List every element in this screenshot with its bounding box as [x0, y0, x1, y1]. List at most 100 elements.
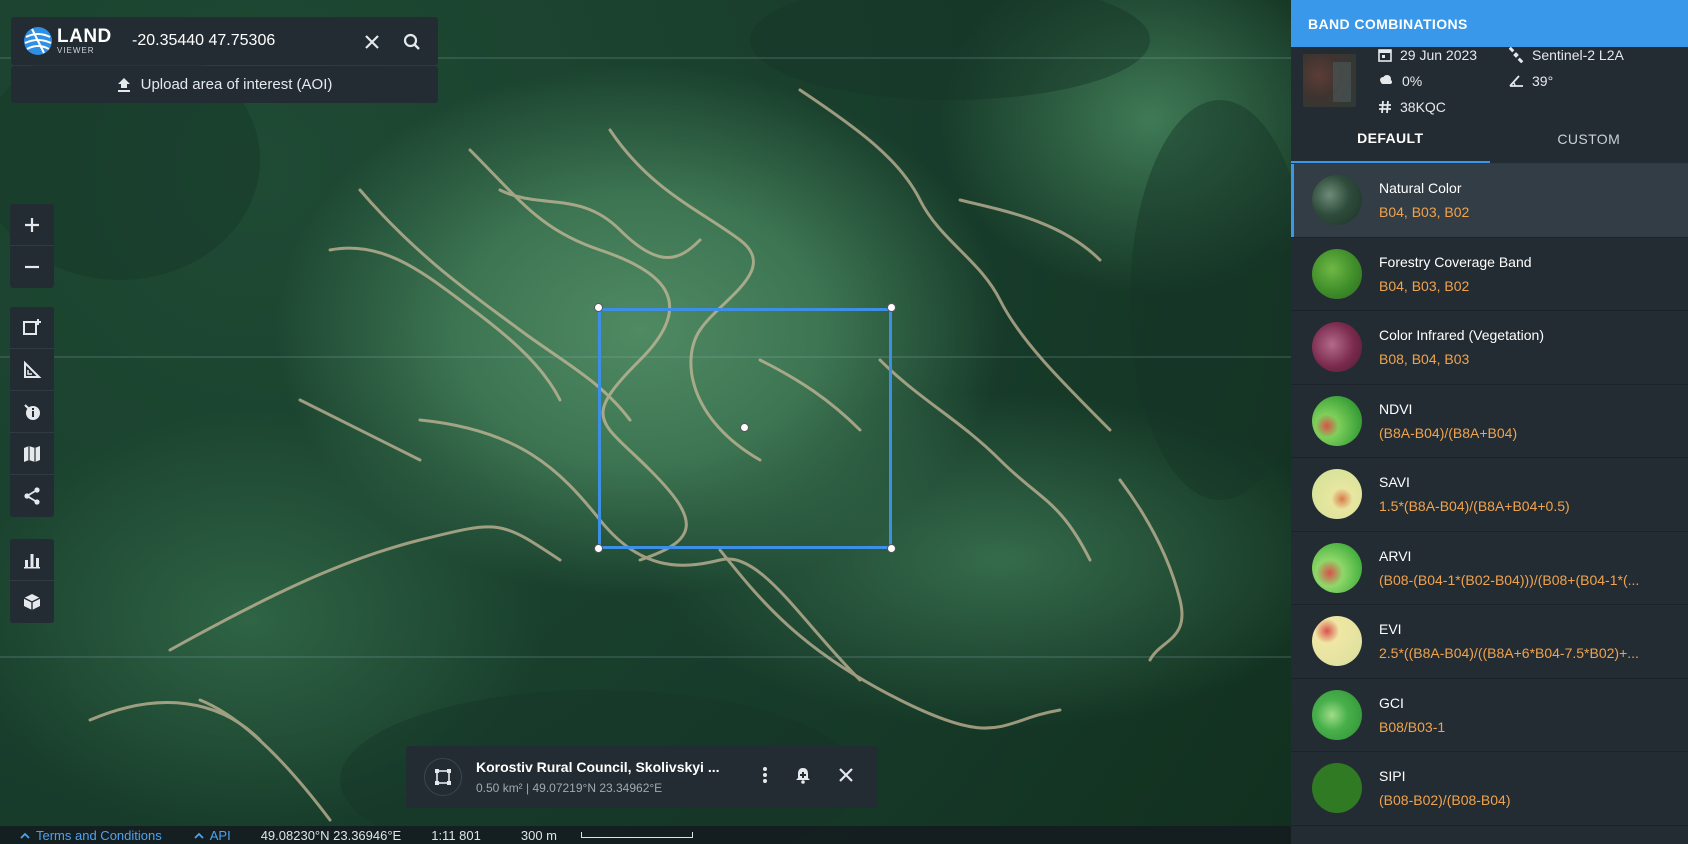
draw-aoi-button[interactable] [10, 307, 54, 349]
band-item-forestry[interactable]: Forestry Coverage Band B04, B03, B02 [1291, 238, 1688, 311]
aoi-corner-handle[interactable] [887, 544, 896, 553]
band-formula: (B8A-B04)/(B8A+B04) [1379, 424, 1518, 441]
aoi-center-handle[interactable] [740, 423, 749, 432]
band-item-arvi[interactable]: ARVI (B08-(B04-1*(B02-B04)))/(B08+(B04-1… [1291, 532, 1688, 605]
band-item-ndvi[interactable]: NDVI (B8A-B04)/(B8A+B04) [1291, 385, 1688, 458]
band-formula: (B08-B02)/(B08-B04) [1379, 792, 1511, 809]
3d-view-button[interactable] [10, 581, 54, 623]
band-item-natural-color[interactable]: Natural Color B04, B03, B02 [1291, 164, 1688, 238]
scene-thumbnail[interactable] [1303, 54, 1356, 107]
scene-info: 29 Jun 2023 Sentinel-2 L2A 0% 39° 38KQC [1291, 46, 1688, 115]
api-label: API [209, 827, 231, 843]
search-icon [403, 33, 420, 50]
cursor-coordinates: 49.08230°N 23.36946°E [260, 827, 402, 843]
analytics-button[interactable] [10, 539, 54, 581]
minus-icon [25, 265, 39, 269]
cloud-icon [1380, 74, 1392, 84]
bell-icon[interactable] [794, 766, 812, 784]
aoi-corner-handle[interactable] [594, 544, 603, 553]
band-name: Forestry Coverage Band [1379, 253, 1532, 270]
tab-default[interactable]: DEFAULT [1291, 114, 1490, 163]
arvi-thumbnail [1312, 542, 1362, 593]
natural-color-thumbnail [1312, 175, 1362, 226]
band-name: Color Infrared (Vegetation) [1379, 327, 1544, 344]
share-button[interactable] [10, 475, 54, 517]
band-formula: (B08-(B04-1*(B02-B04)))/(B08+(B04-1*(... [1379, 571, 1640, 588]
band-item-sipi[interactable]: SIPI (B08-B02)/(B08-B04) [1291, 752, 1688, 826]
band-name: SIPI [1379, 768, 1406, 785]
calendar-icon [1378, 48, 1392, 62]
evi-thumbnail [1312, 616, 1362, 667]
band-name: GCI [1379, 694, 1404, 711]
band-name: NDVI [1379, 400, 1413, 417]
aoi-info-card: Korostiv Rural Council, Skolivskyi ... 0… [406, 746, 878, 808]
map-icon [24, 445, 40, 462]
search-box: LAND VIEWER [11, 17, 438, 65]
logo-subtitle: VIEWER [57, 46, 95, 55]
angle-icon [1509, 74, 1523, 87]
share-icon [24, 487, 40, 505]
sipi-thumbnail [1312, 763, 1362, 814]
close-icon[interactable] [838, 767, 854, 783]
map-tools [10, 307, 54, 517]
band-formula: B08, B04, B03 [1379, 351, 1470, 368]
scene-tile: 38KQC [1400, 98, 1446, 115]
scene-sun-angle: 39° [1532, 72, 1554, 89]
bar-chart-icon [24, 553, 40, 568]
globe-icon [24, 27, 52, 55]
plus-icon [25, 217, 39, 232]
band-item-gci[interactable]: GCI B08/B03-1 [1291, 679, 1688, 752]
band-name: ARVI [1379, 547, 1412, 564]
terms-label: Terms and Conditions [36, 827, 162, 843]
scale-ratio: 1:11 801 [431, 827, 481, 843]
search-button[interactable] [401, 31, 423, 53]
satellite-map[interactable]: LAND VIEWER Upload area of interest (AOI… [0, 0, 1291, 844]
aoi-corner-handle[interactable] [887, 303, 896, 312]
upload-aoi-label: Upload area of interest (AOI) [140, 76, 333, 93]
cube-icon [23, 594, 41, 610]
identify-button[interactable] [10, 391, 54, 433]
measure-button[interactable] [10, 349, 54, 391]
band-formula: 2.5*((B8A-B04)/((B8A+6*B04-7.5*B02)+... [1379, 645, 1639, 662]
status-bar: Terms and Conditions API 49.08230°N 23.3… [0, 826, 1291, 844]
upload-icon [117, 77, 130, 92]
band-formula: B04, B03, B02 [1379, 277, 1470, 294]
terms-link[interactable]: Terms and Conditions [20, 828, 162, 843]
scene-cloud-cover: 0% [1402, 72, 1423, 89]
band-item-savi[interactable]: SAVI 1.5*(B8A-B04)/(B8A+B04+0.5) [1291, 458, 1688, 532]
satellite-icon [1508, 46, 1524, 63]
logo-wordmark: LAND [57, 26, 112, 47]
api-link[interactable]: API [194, 828, 231, 843]
aoi-title: Korostiv Rural Council, Skolivskyi ... [476, 759, 720, 775]
aoi-corner-handle[interactable] [594, 303, 603, 312]
savi-thumbnail [1312, 469, 1362, 520]
zoom-out-button[interactable] [10, 246, 54, 288]
tab-custom[interactable]: CUSTOM [1490, 114, 1688, 163]
band-formula: 1.5*(B8A-B04)/(B8A+B04+0.5) [1379, 498, 1570, 515]
band-item-color-infrared[interactable]: Color Infrared (Vegetation) B08, B04, B0… [1291, 311, 1688, 385]
coordinate-search-input[interactable] [132, 32, 362, 50]
band-formula: B08/B03-1 [1379, 718, 1446, 735]
analysis-tools [10, 539, 54, 623]
more-vertical-icon[interactable] [762, 766, 768, 784]
scene-date: 29 Jun 2023 [1400, 46, 1478, 63]
zoom-in-button[interactable] [10, 204, 54, 246]
clear-search-button[interactable] [361, 31, 383, 53]
info-pin-icon [24, 403, 40, 420]
close-icon [365, 35, 379, 49]
scale-bar [581, 832, 693, 838]
band-combinations-panel: BAND COMBINATIONS 29 Jun 2023 Sentinel-2… [1291, 0, 1688, 844]
upload-aoi-button[interactable]: Upload area of interest (AOI) [11, 66, 438, 103]
forestry-thumbnail [1312, 248, 1362, 299]
band-formula: B04, B03, B02 [1379, 204, 1470, 221]
ruler-icon [24, 360, 42, 378]
layers-button[interactable] [10, 433, 54, 475]
band-item-evi[interactable]: EVI 2.5*((B8A-B04)/((B8A+6*B04-7.5*B02)+… [1291, 605, 1688, 679]
scale-distance: 300 m [520, 827, 557, 843]
landviewer-logo[interactable]: LAND VIEWER [22, 25, 120, 57]
chevron-up-icon [194, 832, 204, 839]
scene-satellite: Sentinel-2 L2A [1532, 46, 1624, 63]
band-tabs: DEFAULT CUSTOM [1291, 114, 1688, 164]
ndvi-thumbnail [1312, 395, 1362, 446]
hash-icon [1379, 100, 1391, 113]
